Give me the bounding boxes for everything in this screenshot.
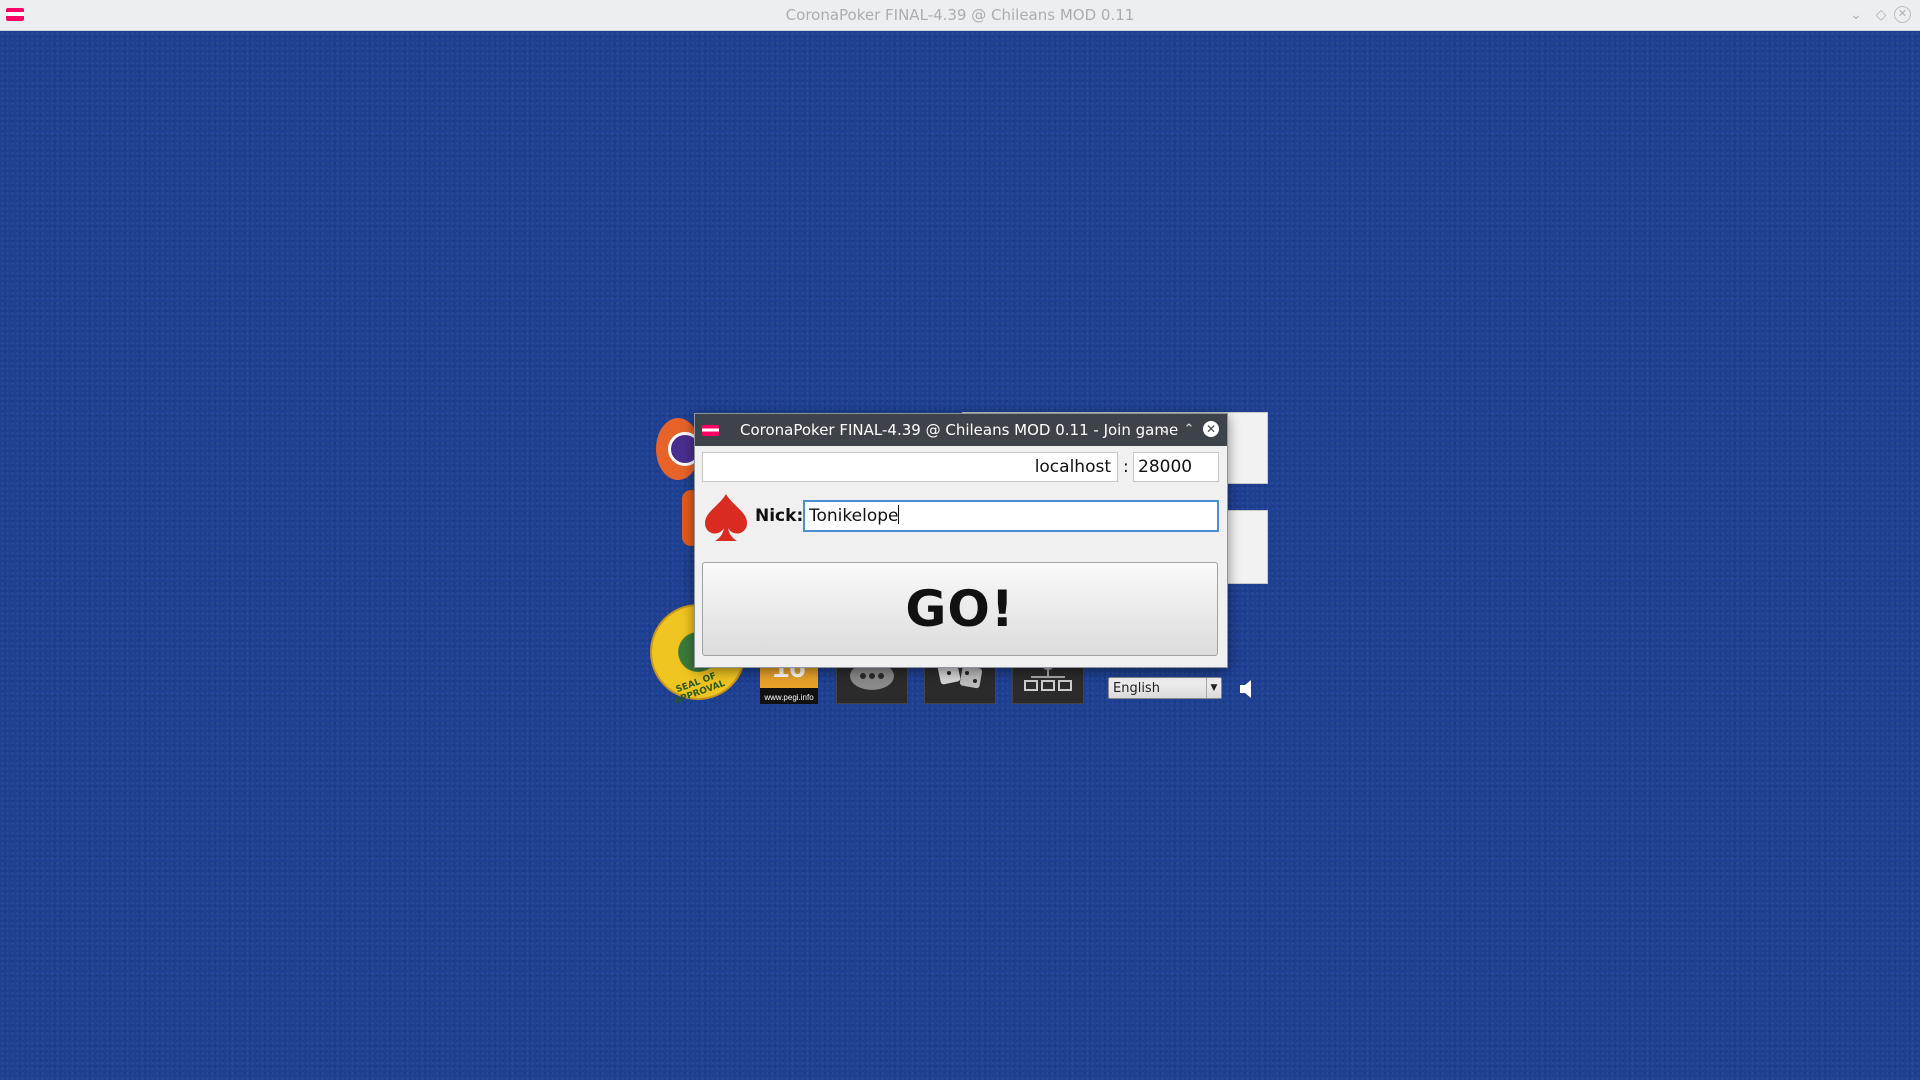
port-input[interactable]: 28000 [1133, 452, 1219, 482]
spade-icon [701, 492, 751, 548]
maximize-icon[interactable]: ◇ [1871, 5, 1891, 25]
minimize-icon[interactable]: ⌄ [1846, 5, 1866, 25]
dialog-title: CoronaPoker FINAL-4.39 @ Chileans MOD 0.… [740, 421, 1179, 439]
nick-label: Nick: [755, 506, 804, 526]
language-select[interactable]: English ▼ [1108, 677, 1222, 699]
pegi-url: www.pegi.info [764, 693, 814, 702]
minimize-icon[interactable]: ⌄ [1155, 420, 1175, 440]
join-game-dialog: CoronaPoker FINAL-4.39 @ Chileans MOD 0.… [694, 413, 1228, 668]
text-caret [898, 505, 900, 524]
nick-value: Tonikelope [809, 506, 899, 526]
language-value: English [1113, 681, 1160, 696]
host-port-separator: : [1123, 457, 1129, 477]
speaker-icon[interactable] [1238, 678, 1258, 704]
dialog-title-bar: CoronaPoker FINAL-4.39 @ Chileans MOD 0.… [695, 414, 1227, 446]
corona-poker-icon [702, 425, 719, 436]
main-title-bar: CoronaPoker FINAL-4.39 @ Chileans MOD 0.… [0, 0, 1920, 31]
window-title: CoronaPoker FINAL-4.39 @ Chileans MOD 0.… [785, 6, 1135, 24]
host-input[interactable]: localhost [702, 452, 1118, 482]
nick-input[interactable]: Tonikelope [803, 500, 1219, 532]
maximize-icon[interactable]: ⌃ [1179, 420, 1199, 440]
close-icon[interactable]: ✕ [1203, 421, 1219, 437]
chevron-down-icon: ▼ [1206, 678, 1221, 698]
go-button[interactable]: GO! [702, 562, 1218, 656]
close-icon[interactable]: ✕ [1894, 6, 1911, 23]
